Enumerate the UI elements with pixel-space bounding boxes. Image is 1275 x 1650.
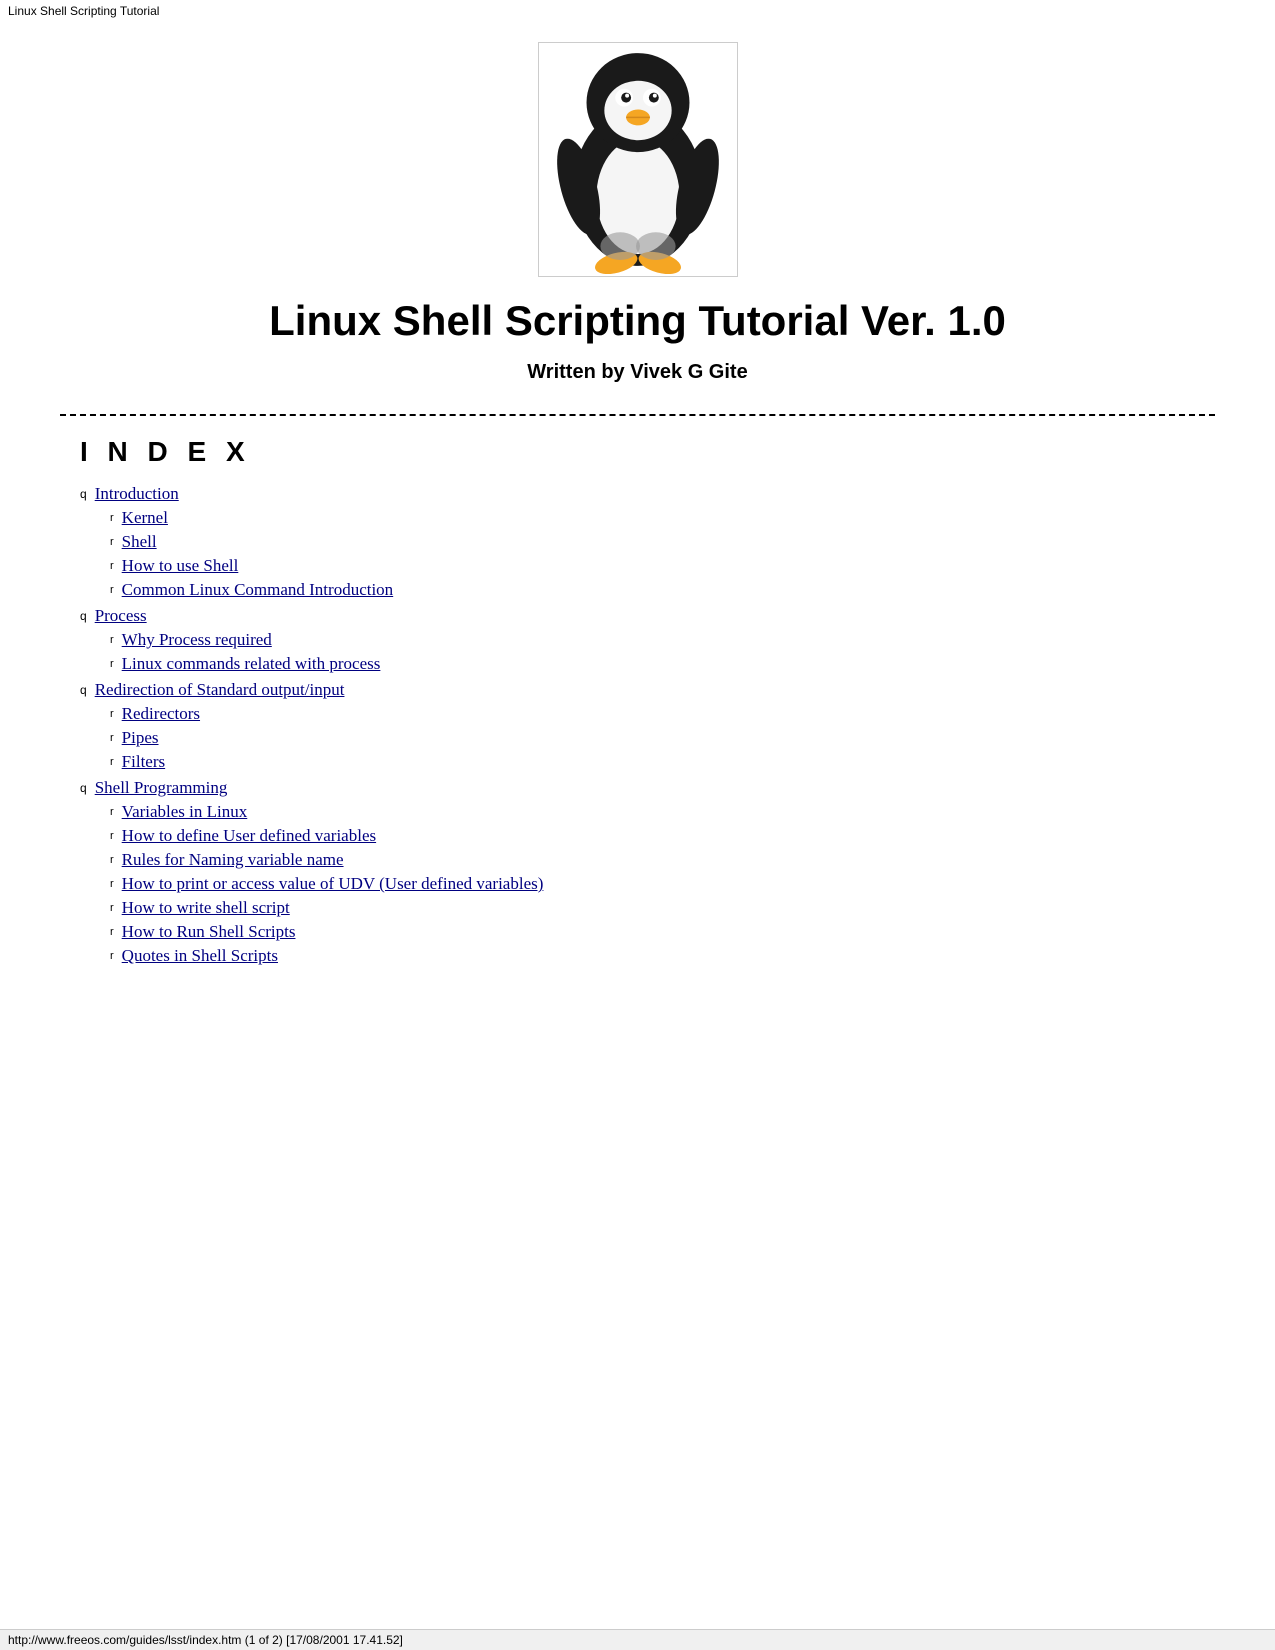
- toc-link-3-1[interactable]: How to define User defined variables: [122, 826, 376, 846]
- toc-link-3-4[interactable]: How to write shell script: [122, 898, 290, 918]
- toc-sub-item-2-1: r Pipes: [110, 728, 1215, 748]
- toc-section-2: q Redirection of Standard output/input: [80, 680, 1215, 700]
- bullet-icon: q: [80, 781, 87, 795]
- toc-sub-item-1-1: r Linux commands related with process: [110, 654, 1215, 674]
- toc-link-section-3[interactable]: Shell Programming: [95, 778, 228, 798]
- toc-sub-item-0-3: r Common Linux Command Introduction: [110, 580, 1215, 600]
- toc-link-1-0[interactable]: Why Process required: [122, 630, 272, 650]
- main-title: Linux Shell Scripting Tutorial Ver. 1.0: [60, 297, 1215, 345]
- bullet-icon: q: [80, 487, 87, 501]
- toc-sub-item-3-4: r How to write shell script: [110, 898, 1215, 918]
- toc-link-2-1[interactable]: Pipes: [122, 728, 159, 748]
- bullet-icon: q: [80, 683, 87, 697]
- sub-bullet-icon: r: [110, 830, 114, 842]
- toc-link-section-2[interactable]: Redirection of Standard output/input: [95, 680, 345, 700]
- sub-bullet-icon: r: [110, 708, 114, 720]
- tux-image: [60, 42, 1215, 277]
- toc-link-1-1[interactable]: Linux commands related with process: [122, 654, 381, 674]
- toc-link-3-0[interactable]: Variables in Linux: [122, 802, 248, 822]
- toc-sub-item-3-6: r Quotes in Shell Scripts: [110, 946, 1215, 966]
- toc-sub-item-3-1: r How to define User defined variables: [110, 826, 1215, 846]
- sub-bullet-icon: r: [110, 756, 114, 768]
- toc-sub-list-2: r Redirectors r Pipesr Filters: [110, 704, 1215, 772]
- toc-sub-item-3-5: r How to Run Shell Scripts: [110, 922, 1215, 942]
- sub-bullet-icon: r: [110, 634, 114, 646]
- browser-title: Linux Shell Scripting Tutorial: [0, 0, 1275, 22]
- toc-sub-item-2-2: r Filters: [110, 752, 1215, 772]
- toc-section-0: q Introduction: [80, 484, 1215, 504]
- toc-sub-list-0: rKernelrShellrHow to use ShellrCommon Li…: [110, 508, 1215, 600]
- toc-link-0-0[interactable]: Kernel: [122, 508, 168, 528]
- toc-link-2-0[interactable]: Redirectors: [122, 704, 200, 724]
- toc-link-3-2[interactable]: Rules for Naming variable name: [122, 850, 344, 870]
- toc-link-section-1[interactable]: Process: [95, 606, 147, 626]
- toc-sub-list-3: r Variables in Linux r How to define User d…: [110, 802, 1215, 966]
- toc-list: qIntroductionrKernelrShellrHow to use Sh…: [80, 484, 1215, 966]
- sub-bullet-icon: r: [110, 536, 114, 548]
- toc-link-0-2[interactable]: How to use Shell: [122, 556, 239, 576]
- sub-bullet-icon: r: [110, 560, 114, 572]
- divider: [60, 414, 1215, 416]
- toc-sub-item-3-2: r Rules for Naming variable name: [110, 850, 1215, 870]
- toc-link-0-3[interactable]: Common Linux Command Introduction: [122, 580, 394, 600]
- sub-bullet-icon: r: [110, 902, 114, 914]
- toc-sub-list-1: r Why Process required r Linux commands rel…: [110, 630, 1215, 674]
- toc-sub-item-0-1: r Shell: [110, 532, 1215, 552]
- toc-sub-item-0-0: r Kernel: [110, 508, 1215, 528]
- toc-link-section-0[interactable]: Introduction: [95, 484, 179, 504]
- toc-sub-item-2-0: r Redirectors: [110, 704, 1215, 724]
- sub-bullet-icon: r: [110, 926, 114, 938]
- toc-link-0-1[interactable]: Shell: [122, 532, 157, 552]
- subtitle: Written by Vivek G Gite: [60, 361, 1215, 384]
- sub-bullet-icon: r: [110, 950, 114, 962]
- toc-section-3: q Shell Programming: [80, 778, 1215, 798]
- toc-link-3-3[interactable]: How to print or access value of UDV (Use…: [122, 874, 544, 894]
- toc-sub-item-3-3: r How to print or access value of UDV (Us…: [110, 874, 1215, 894]
- toc-sub-item-0-2: r How to use Shell: [110, 556, 1215, 576]
- toc-link-2-2[interactable]: Filters: [122, 752, 165, 772]
- sub-bullet-icon: r: [110, 584, 114, 596]
- sub-bullet-icon: r: [110, 878, 114, 890]
- index-title: I N D E X: [80, 436, 1215, 468]
- bullet-icon: q: [80, 609, 87, 623]
- sub-bullet-icon: r: [110, 806, 114, 818]
- toc-link-3-6[interactable]: Quotes in Shell Scripts: [122, 946, 278, 966]
- toc-sub-item-1-0: r Why Process required: [110, 630, 1215, 650]
- sub-bullet-icon: r: [110, 854, 114, 866]
- sub-bullet-icon: r: [110, 658, 114, 670]
- sub-bullet-icon: r: [110, 732, 114, 744]
- sub-bullet-icon: r: [110, 512, 114, 524]
- toc-section-1: q Process: [80, 606, 1215, 626]
- toc-link-3-5[interactable]: How to Run Shell Scripts: [122, 922, 296, 942]
- toc-sub-item-3-0: r Variables in Linux: [110, 802, 1215, 822]
- status-bar: http://www.freeos.com/guides/lsst/index.…: [0, 1629, 1275, 1650]
